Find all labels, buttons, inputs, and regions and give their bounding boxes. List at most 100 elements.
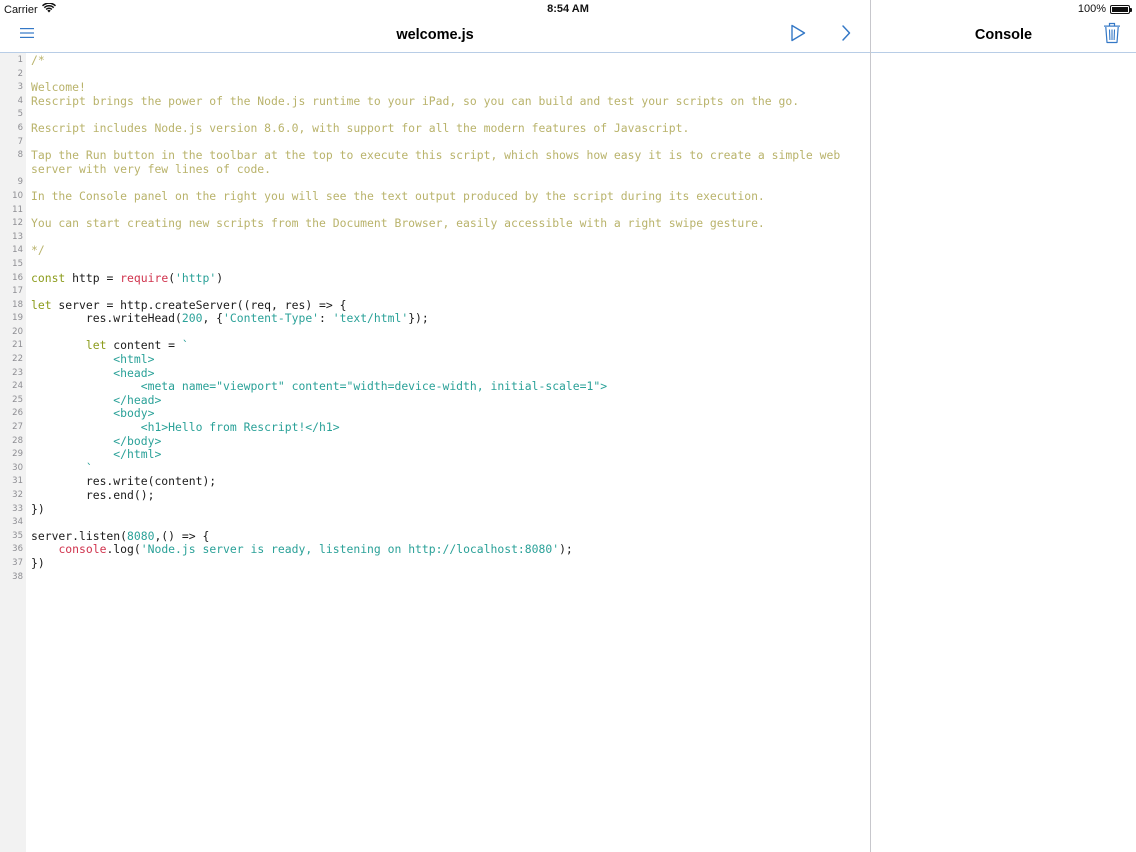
- code-line[interactable]: 7: [0, 136, 870, 150]
- code-token: Rescript brings the power of the Node.js…: [31, 93, 800, 108]
- line-number: 4: [17, 95, 23, 106]
- code-line[interactable]: 34: [0, 516, 870, 530]
- code-line[interactable]: 30 `: [0, 461, 870, 476]
- code-text: `: [31, 461, 93, 476]
- chevron-right-icon: [841, 24, 851, 47]
- code-line[interactable]: 31 res.write(content);: [0, 475, 870, 489]
- code-text: const http = require('http'): [31, 270, 224, 286]
- code-line[interactable]: 15: [0, 258, 870, 272]
- code-token: res.write(content);: [31, 474, 217, 489]
- code-text: <html>: [31, 352, 154, 367]
- code-line[interactable]: 10 In the Console panel on the right you …: [0, 188, 870, 204]
- editor-toolbar: welcome.js: [0, 18, 870, 53]
- code-token: , {: [202, 311, 224, 326]
- code-token: );: [559, 542, 573, 557]
- editor-pane: welcome.js 1/* 2 3 Welcome! 4 Rescript brings…: [0, 0, 870, 852]
- line-number: 28: [12, 435, 23, 446]
- line-number: 14: [12, 245, 23, 256]
- code-token: 8080: [127, 528, 155, 543]
- code-token: ,() => {: [154, 528, 210, 543]
- code-line[interactable]: 4 Rescript brings the power of the Node.j…: [0, 93, 870, 109]
- code-line[interactable]: 9: [0, 176, 870, 190]
- code-line[interactable]: 8 Tap the Run button in the toolbar at th…: [0, 148, 870, 163]
- code-line[interactable]: 13: [0, 231, 870, 245]
- code-token: 'http': [175, 270, 217, 285]
- console-pane: Console: [871, 0, 1136, 852]
- line-number: 32: [12, 490, 23, 500]
- code-text: let content = `: [31, 339, 189, 353]
- code-line[interactable]: 5: [0, 108, 870, 122]
- code-line[interactable]: 37}): [0, 556, 870, 571]
- code-line[interactable]: 27 <h1>Hello from Rescript!</h1>: [0, 420, 870, 435]
- code-line[interactable]: 36 console.log('Node.js server is ready,…: [0, 543, 870, 557]
- status-battery: 100%: [1078, 3, 1132, 15]
- code-line[interactable]: server with very few lines of code.: [0, 161, 870, 177]
- code-text: <meta name="viewport" content="width=dev…: [31, 379, 607, 394]
- code-text: res.writeHead(200, {'Content-Type': 'tex…: [31, 311, 429, 326]
- line-number: 18: [12, 299, 23, 310]
- code-line[interactable]: 28 </body>: [0, 433, 870, 449]
- line-number: 31: [12, 476, 23, 487]
- code-token: In the Console panel on the right you wi…: [31, 188, 765, 203]
- code-line[interactable]: 32 res.end();: [0, 488, 870, 503]
- code-line[interactable]: 35 server.listen(8080,() => {: [0, 528, 870, 544]
- code-line[interactable]: 29 </html>: [0, 447, 870, 462]
- code-line[interactable]: 22 <html>: [0, 352, 870, 367]
- code-text: </body>: [31, 433, 162, 449]
- editor-title: welcome.js: [396, 27, 474, 43]
- line-number: 12: [12, 218, 23, 229]
- code-line[interactable]: 33}): [0, 502, 870, 517]
- code-token: content =: [106, 338, 182, 353]
- code-token: });: [408, 311, 429, 326]
- code-line[interactable]: 19 res.writeHead(200, {'Content-Type': '…: [0, 311, 870, 326]
- line-number: 35: [12, 530, 23, 541]
- code-text: }): [31, 556, 45, 571]
- code-line[interactable]: 2: [0, 68, 870, 82]
- code-text: server with very few lines of code.: [31, 161, 272, 177]
- code-line[interactable]: 24 <meta name="viewport" content="width=…: [0, 379, 870, 394]
- line-number: 6: [17, 122, 23, 133]
- code-line[interactable]: 16 const http = require('http'): [0, 270, 870, 286]
- line-number: 37: [12, 557, 23, 568]
- code-token: 'Node.js server is ready, listening on h…: [140, 542, 560, 557]
- code-line[interactable]: 21 let content = `: [0, 339, 870, 353]
- code-token: server with very few lines of code.: [31, 161, 272, 176]
- code-line[interactable]: 18 let server = http.createServer((req, r…: [0, 297, 870, 313]
- line-number: 5: [17, 109, 23, 120]
- line-number: 30: [12, 462, 23, 473]
- console-output: [871, 53, 1136, 852]
- code-line[interactable]: 25 </head>: [0, 393, 870, 408]
- code-line[interactable]: 23 <head>: [0, 365, 870, 381]
- line-number: 38: [12, 571, 23, 582]
- code-line[interactable]: 38: [0, 571, 870, 585]
- line-number: 24: [12, 381, 23, 392]
- code-token: </html>: [31, 447, 162, 462]
- code-token: http =: [65, 270, 121, 285]
- code-token: </body>: [31, 433, 162, 448]
- clear-console-button[interactable]: [1099, 22, 1125, 47]
- code-line[interactable]: 12 You can start creating new scripts fro…: [0, 216, 870, 231]
- code-line[interactable]: 1 /*: [0, 53, 870, 68]
- code-text: </html>: [31, 447, 162, 462]
- play-icon: [790, 24, 806, 47]
- line-number: 21: [12, 340, 23, 351]
- code-line[interactable]: 17: [0, 285, 870, 299]
- code-token: let: [31, 297, 52, 312]
- code-line[interactable]: 3 Welcome!: [0, 80, 870, 95]
- code-line[interactable]: 11: [0, 204, 870, 218]
- line-number: 11: [12, 204, 23, 215]
- code-editor[interactable]: 1/* 2 3 Welcome! 4 Rescript brings the power …: [0, 53, 870, 852]
- code-token: 200: [181, 311, 203, 326]
- code-text: Rescript brings the power of the Node.js…: [31, 93, 800, 109]
- code-line[interactable]: 20: [0, 326, 870, 340]
- code-token: <head>: [31, 365, 155, 380]
- next-button[interactable]: [833, 23, 859, 47]
- code-line[interactable]: 26 <body>: [0, 407, 870, 421]
- code-token: ): [216, 270, 224, 285]
- code-line[interactable]: 6 Rescript includes Node.js version 8.6.0…: [0, 121, 870, 136]
- code-line[interactable]: 14 */: [0, 244, 870, 258]
- line-number: 10: [12, 190, 23, 201]
- line-number: 29: [12, 449, 23, 460]
- run-button[interactable]: [785, 23, 811, 47]
